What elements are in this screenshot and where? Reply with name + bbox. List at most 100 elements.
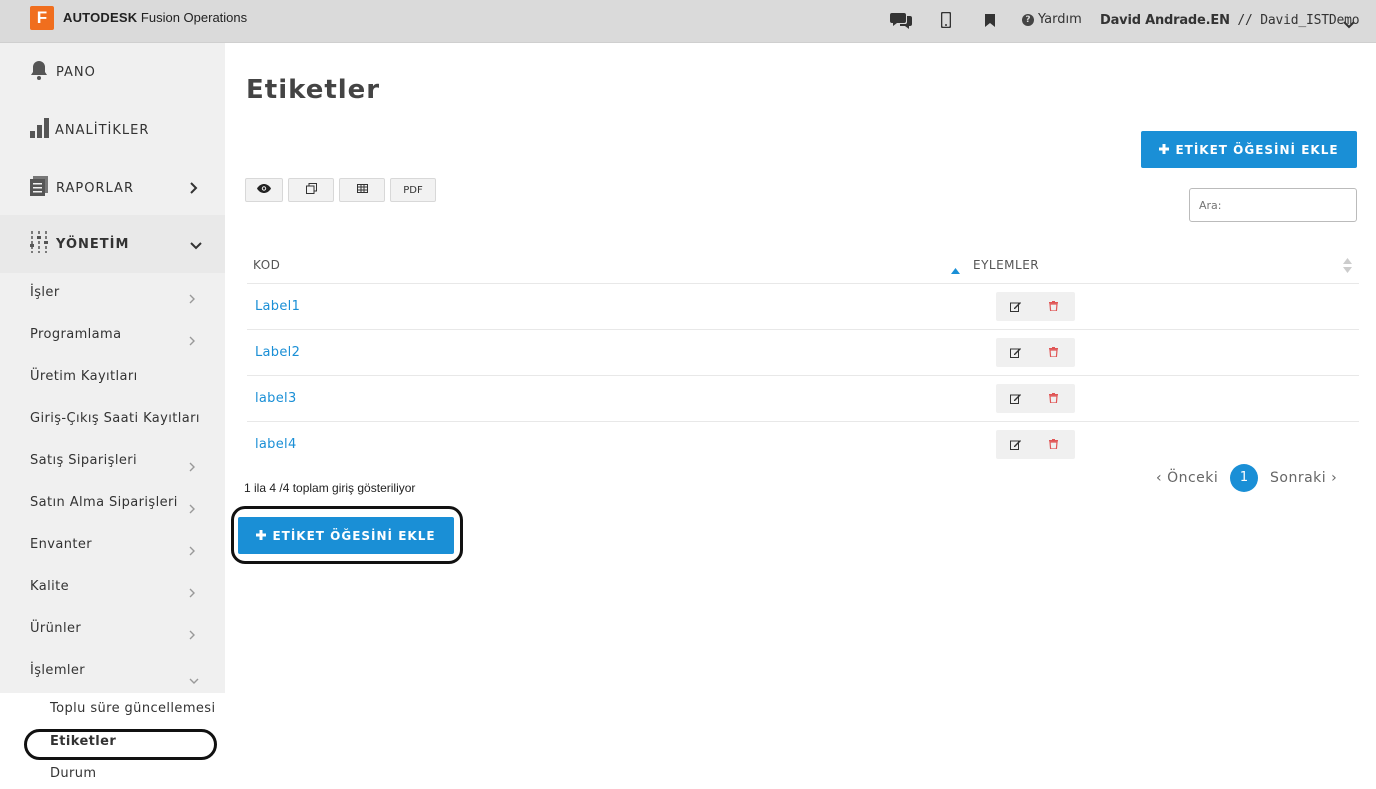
sidebar-item-label: Envanter xyxy=(30,537,92,552)
table-row: label4 xyxy=(247,421,1359,467)
sidebar-item-label: ANALİTİKLER xyxy=(55,122,150,138)
report-icon xyxy=(30,176,48,200)
sort-asc-icon[interactable] xyxy=(951,259,960,278)
chevron-down-icon xyxy=(190,235,202,254)
sidebar-item-label: Satın Alma Siparişleri xyxy=(30,495,178,510)
trash-icon[interactable] xyxy=(1046,391,1060,405)
plus-icon xyxy=(1159,143,1170,157)
label-code-link[interactable]: Label1 xyxy=(255,299,300,314)
bell-icon xyxy=(30,60,48,84)
sidebar-item-kalite[interactable]: Kalite xyxy=(0,567,225,609)
sidebar-item-label: Programlama xyxy=(30,327,122,342)
brand-product: Fusion Operations xyxy=(137,10,248,25)
next-label: Sonraki xyxy=(1270,470,1327,486)
sidebar-item-label: RAPORLAR xyxy=(56,180,134,196)
sidebar-item-label: PANO xyxy=(56,64,96,80)
pdf-export-button[interactable]: PDF xyxy=(390,178,436,202)
chevron-right-icon xyxy=(189,457,195,476)
sidebar-item-programlama[interactable]: Programlama xyxy=(0,315,225,357)
column-header-eylemler[interactable]: EYLEMLER xyxy=(973,258,1039,272)
row-actions xyxy=(996,338,1075,367)
chevron-left-icon: ‹ xyxy=(1156,470,1168,486)
label-code-link[interactable]: label3 xyxy=(255,391,297,406)
chevron-right-icon xyxy=(189,583,195,602)
copy-button[interactable] xyxy=(288,178,334,202)
chevron-right-icon: › xyxy=(1326,470,1338,486)
label-code-link[interactable]: label4 xyxy=(255,437,297,452)
chevron-right-icon xyxy=(189,289,195,308)
trash-icon[interactable] xyxy=(1046,299,1060,313)
page-title: Etiketler xyxy=(246,75,381,105)
sort-both-icon[interactable] xyxy=(1343,258,1352,277)
add-button-label: ETİKET ÖĞESİNİ EKLE xyxy=(1175,142,1339,157)
sliders-icon xyxy=(30,231,48,257)
trash-icon[interactable] xyxy=(1046,437,1060,451)
highlight-annotation xyxy=(231,506,463,564)
label-code-link[interactable]: Label2 xyxy=(255,345,300,360)
column-visibility-button[interactable] xyxy=(245,178,283,202)
edit-icon[interactable] xyxy=(1008,437,1022,451)
chevron-right-icon xyxy=(189,331,195,350)
chat-icon[interactable] xyxy=(890,10,912,30)
row-actions xyxy=(996,292,1075,321)
sidebar-item-label: Üretim Kayıtları xyxy=(30,369,138,384)
sidebar-item-label: İşler xyxy=(30,285,60,300)
chevron-down-icon[interactable] xyxy=(1343,14,1355,33)
sidebar-item-label: Ürünler xyxy=(30,621,82,636)
copy-icon xyxy=(305,183,317,197)
sidebar-item-analitikler[interactable]: ANALİTİKLER xyxy=(0,101,225,159)
sidebar-item-uretim-kayitlari[interactable]: Üretim Kayıtları xyxy=(0,357,225,399)
sidebar-item-satis-siparisleri[interactable]: Satış Siparişleri xyxy=(0,441,225,483)
mobile-icon[interactable] xyxy=(935,10,957,30)
pagination-next[interactable]: Sonraki › xyxy=(1270,470,1337,486)
user-menu[interactable]: David Andrade.EN // David_ISTDemo xyxy=(1100,13,1360,28)
chevron-down-icon xyxy=(189,669,199,688)
help-icon: ? xyxy=(1022,13,1034,26)
sidebar: PANO ANALİTİKLER RAPORLAR YÖNETİM İşler xyxy=(0,43,225,789)
chevron-right-icon xyxy=(189,541,195,560)
sidebar-item-pano[interactable]: PANO xyxy=(0,43,225,101)
sidebar-section-yonetim[interactable]: YÖNETİM xyxy=(0,215,225,273)
help-link[interactable]: ? Yardım xyxy=(1022,12,1082,27)
sidebar-item-isler[interactable]: İşler xyxy=(0,273,225,315)
sidebar-item-label: İşlemler xyxy=(30,663,86,678)
chevron-right-icon xyxy=(189,625,195,644)
sidebar-item-islemler[interactable]: İşlemler xyxy=(0,651,225,693)
help-label: Yardım xyxy=(1038,12,1082,27)
main-content: Etiketler ETİKET ÖĞESİNİ EKLE PDF KOD EY… xyxy=(225,43,1376,789)
sidebar-subitem-durum[interactable]: Durum xyxy=(50,766,97,781)
table-row: label3 xyxy=(247,375,1359,421)
search-input[interactable] xyxy=(1189,188,1357,222)
sidebar-item-label: Giriş-Çıkış Saati Kayıtları xyxy=(30,411,200,426)
sidebar-item-urunler[interactable]: Ürünler xyxy=(0,609,225,651)
bookmark-icon[interactable] xyxy=(979,10,1001,30)
trash-icon[interactable] xyxy=(1046,345,1060,359)
column-header-kod[interactable]: KOD xyxy=(253,258,280,272)
edit-icon[interactable] xyxy=(1008,391,1022,405)
pdf-label: PDF xyxy=(403,184,423,196)
add-label-button-top[interactable]: ETİKET ÖĞESİNİ EKLE xyxy=(1141,131,1357,168)
user-sep: // xyxy=(1229,13,1261,28)
edit-icon[interactable] xyxy=(1008,299,1022,313)
prev-label: Önceki xyxy=(1167,470,1219,486)
pagination-current-page[interactable]: 1 xyxy=(1230,464,1258,492)
sidebar-item-envanter[interactable]: Envanter xyxy=(0,525,225,567)
sidebar-item-label: Satış Siparişleri xyxy=(30,453,138,468)
sidebar-subitem-toplu-sure[interactable]: Toplu süre güncellemesi xyxy=(50,701,215,716)
excel-export-button[interactable] xyxy=(339,178,385,202)
row-actions xyxy=(996,384,1075,413)
edit-icon[interactable] xyxy=(1008,345,1022,359)
sidebar-item-giris-cikis[interactable]: Giriş-Çıkış Saati Kayıtları xyxy=(0,399,225,441)
row-actions xyxy=(996,430,1075,459)
brand-bold: AUTODESK xyxy=(63,10,138,25)
pagination-prev[interactable]: ‹ Önceki xyxy=(1156,470,1218,486)
fusion-logo[interactable]: F xyxy=(30,6,54,30)
chevron-right-icon xyxy=(189,499,195,518)
table-icon xyxy=(356,184,368,196)
sidebar-item-satin-alma[interactable]: Satın Alma Siparişleri xyxy=(0,483,225,525)
brand-name[interactable]: AUTODESK Fusion Operations xyxy=(63,10,247,25)
eye-icon xyxy=(257,184,271,196)
sidebar-section-label: YÖNETİM xyxy=(56,236,130,252)
sidebar-item-raporlar[interactable]: RAPORLAR xyxy=(0,159,225,217)
user-name: David Andrade.EN xyxy=(1100,13,1230,28)
